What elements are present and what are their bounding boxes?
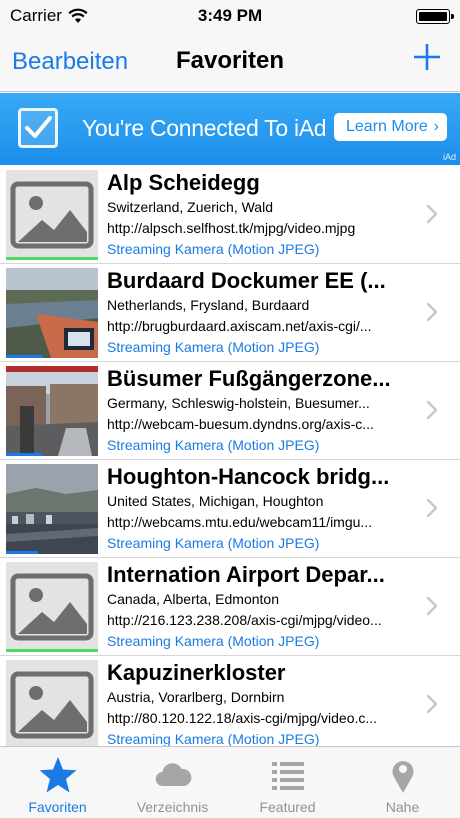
tab-label: Nahe — [385, 799, 420, 815]
checkmark-icon — [18, 108, 58, 148]
camera-type: Streaming Kamera (Motion JPEG) — [107, 633, 320, 649]
chevron-right-icon — [426, 596, 438, 616]
status-bar: Carrier 3:49 PM — [0, 0, 460, 32]
camera-row[interactable]: Büsumer Fußgängerzone... Germany, Schles… — [0, 362, 460, 460]
tab-nahe[interactable]: Nahe — [345, 747, 460, 818]
star-icon — [39, 757, 76, 793]
camera-location: United States, Michigan, Houghton — [107, 493, 324, 509]
chevron-right-icon — [426, 302, 438, 322]
camera-type: Streaming Kamera (Motion JPEG) — [107, 241, 320, 257]
chevron-right-icon: › — [433, 118, 439, 135]
iad-banner[interactable]: You're Connected To iAd Learn More › iAd — [0, 93, 460, 165]
ad-message: You're Connected To iAd — [82, 115, 327, 141]
camera-thumbnail — [6, 562, 98, 652]
camera-url: http://216.123.238.208/axis-cgi/mjpg/vid… — [107, 612, 382, 628]
camera-url: http://brugburdaard.axiscam.net/axis-cgi… — [107, 318, 372, 334]
camera-type: Streaming Kamera (Motion JPEG) — [107, 535, 320, 551]
camera-list: Alp Scheidegg Switzerland, Zuerich, Wald… — [0, 166, 460, 754]
webcam-snapshot — [6, 268, 98, 358]
camera-thumbnail — [6, 268, 98, 358]
loading-progress-bar — [6, 551, 39, 554]
camera-location: Switzerland, Zuerich, Wald — [107, 199, 273, 215]
camera-row[interactable]: Alp Scheidegg Switzerland, Zuerich, Wald… — [0, 166, 460, 264]
loading-progress-bar — [6, 453, 43, 456]
webcam-snapshot — [6, 464, 98, 554]
camera-type: Streaming Kamera (Motion JPEG) — [107, 731, 320, 747]
tab-bar: Favoriten Verzeichnis Featured Nahe — [0, 746, 460, 818]
camera-title: Houghton-Hancock bridg... — [107, 464, 390, 489]
camera-row[interactable]: Burdaard Dockumer EE (... Netherlands, F… — [0, 264, 460, 362]
status-time: 3:49 PM — [197, 6, 263, 25]
chevron-right-icon — [426, 204, 438, 224]
camera-url: http://alpsch.selfhost.tk/mjpg/video.mjp… — [107, 220, 356, 236]
chevron-right-icon — [426, 694, 438, 714]
camera-type: Streaming Kamera (Motion JPEG) — [107, 339, 320, 355]
camera-url: http://webcam-buesum.dyndns.org/axis-c..… — [107, 416, 374, 432]
tab-label: Favoriten — [28, 799, 87, 815]
loading-progress-bar — [6, 257, 98, 260]
camera-row[interactable]: Kapuzinerkloster Austria, Vorarlberg, Do… — [0, 656, 460, 754]
chevron-right-icon — [426, 498, 438, 518]
camera-location: Austria, Vorarlberg, Dornbirn — [107, 689, 285, 705]
tab-verzeichnis[interactable]: Verzeichnis — [115, 747, 230, 818]
tab-favoriten[interactable]: Favoriten — [0, 747, 115, 818]
iad-tag: iAd — [442, 152, 456, 162]
edit-button[interactable]: Bearbeiten — [12, 48, 128, 76]
plus-icon[interactable] — [412, 42, 442, 72]
camera-title: Büsumer Fußgängerzone... — [107, 366, 391, 391]
camera-title: Kapuzinerkloster — [107, 660, 286, 685]
camera-url: http://80.120.122.18/axis-cgi/mjpg/video… — [107, 710, 378, 726]
image-placeholder-icon — [6, 660, 98, 750]
camera-location: Canada, Alberta, Edmonton — [107, 591, 280, 607]
camera-type: Streaming Kamera (Motion JPEG) — [107, 437, 320, 453]
tab-label: Verzeichnis — [136, 799, 209, 815]
image-placeholder-icon — [6, 562, 98, 652]
camera-thumbnail — [6, 366, 98, 456]
list-icon — [271, 762, 304, 790]
camera-location: Netherlands, Frysland, Burdaard — [107, 297, 310, 313]
loading-progress-bar — [6, 649, 98, 652]
tab-label: Featured — [259, 799, 316, 815]
camera-url: http://webcams.mtu.edu/webcam11/imgu... — [107, 514, 373, 530]
location-pin-icon — [392, 761, 413, 793]
chevron-right-icon — [426, 400, 438, 420]
loading-progress-bar — [6, 355, 43, 358]
camera-title: Burdaard Dockumer EE (... — [107, 268, 386, 293]
camera-row[interactable]: Internation Airport Depar... Canada, Alb… — [0, 558, 460, 656]
tab-featured[interactable]: Featured — [230, 747, 345, 818]
navigation-bar: Bearbeiten Favoriten — [0, 32, 460, 92]
battery-icon — [416, 9, 454, 24]
image-placeholder-icon — [6, 170, 98, 260]
camera-thumbnail — [6, 170, 98, 260]
camera-title: Internation Airport Depar... — [107, 562, 385, 587]
learn-more-button[interactable]: Learn More › — [334, 113, 447, 141]
camera-location: Germany, Schleswig-holstein, Buesumer... — [107, 395, 370, 411]
webcam-snapshot — [6, 366, 98, 456]
camera-thumbnail — [6, 660, 98, 750]
learn-more-label: Learn More — [346, 118, 428, 135]
cloud-icon — [155, 763, 191, 787]
camera-row[interactable]: Houghton-Hancock bridg... United States,… — [0, 460, 460, 558]
camera-title: Alp Scheidegg — [107, 170, 260, 195]
camera-thumbnail — [6, 464, 98, 554]
